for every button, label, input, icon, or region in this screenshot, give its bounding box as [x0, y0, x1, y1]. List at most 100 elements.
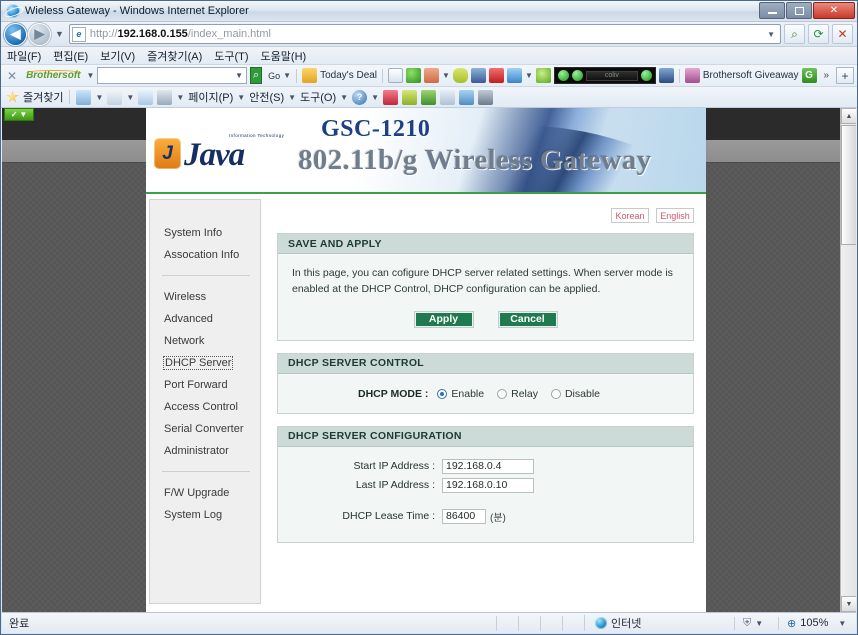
safety-caret-icon[interactable]: ▼ [288, 93, 296, 102]
print-icon[interactable] [157, 89, 173, 105]
shopping-icon[interactable] [402, 89, 417, 105]
menu-item-tools[interactable]: 도구(T) [214, 48, 248, 64]
zoom-caret-icon[interactable]: ▼ [838, 619, 846, 628]
toolbar-overflow-icon[interactable]: » [820, 70, 834, 81]
sidebar-item-dhcp-server[interactable]: DHCP Server [150, 352, 260, 374]
sidebar-item-assocation-info[interactable]: Assocation Info [150, 244, 260, 266]
tools-menu-label[interactable]: 도구(O) [300, 89, 336, 105]
people-icon[interactable] [424, 68, 440, 83]
print-caret-icon[interactable]: ▼ [176, 93, 184, 102]
photo-icon[interactable] [421, 89, 436, 105]
sidebar-item-network[interactable]: Network [150, 330, 260, 352]
youtube-icon[interactable] [488, 68, 504, 83]
radio-relay-icon[interactable] [497, 388, 508, 399]
tools-caret-icon[interactable]: ▼ [340, 93, 348, 102]
sidebar-item-system-log[interactable]: System Log [150, 504, 260, 526]
toolbar-go-button[interactable]: ⌕ [249, 67, 263, 84]
menu-item-view[interactable]: 보기(V) [100, 48, 135, 64]
sidebar-item-administrator[interactable]: Administrator [150, 440, 260, 462]
scroll-down-button[interactable]: ▼ [841, 596, 856, 612]
dhcp-mode-relay-option[interactable]: Relay [497, 388, 538, 400]
heart-icon[interactable] [383, 89, 398, 105]
radio-disable-icon[interactable] [550, 388, 561, 399]
facebook-share-icon[interactable] [658, 68, 674, 83]
stop-icon[interactable]: ✕ [832, 24, 853, 44]
help-icon[interactable]: ? [352, 89, 368, 105]
giveaway-label[interactable]: Brothersoft Giveaway [703, 70, 799, 81]
people-caret-icon[interactable]: ▼ [442, 71, 450, 80]
todays-deal-label[interactable]: Today's Deal [320, 70, 377, 81]
scroll-up-button[interactable]: ▲ [841, 108, 856, 124]
folder-icon[interactable] [302, 68, 318, 83]
sidebar-item-serial-converter[interactable]: Serial Converter [150, 418, 260, 440]
english-button[interactable]: English [656, 208, 694, 223]
search-history-caret-icon[interactable]: ▼ [235, 71, 243, 80]
contacts-icon[interactable] [478, 89, 493, 105]
menu-item-file[interactable]: 파일(F) [7, 48, 41, 64]
last-ip-input[interactable]: 192.168.0.10 [442, 477, 534, 493]
forward-button[interactable]: ▶ [29, 23, 50, 45]
protected-mode-caret-icon[interactable]: ▼ [755, 619, 763, 628]
safety-menu-label[interactable]: 안전(S) [249, 89, 284, 105]
menu-item-help[interactable]: 도움말(H) [261, 48, 307, 64]
go-caret-icon[interactable]: ▼ [283, 71, 291, 80]
cancel-button[interactable]: Cancel [497, 310, 558, 328]
mail-command-icon[interactable] [138, 89, 154, 105]
history-dropdown-icon[interactable]: ▼ [53, 29, 66, 39]
media-widget[interactable]: coliv [553, 67, 656, 84]
zoom-tool-icon[interactable] [440, 89, 455, 105]
brothersoft-menu-caret-icon[interactable]: ▼ [87, 71, 95, 80]
korean-button[interactable]: Korean [611, 208, 649, 223]
menu-item-favorites[interactable]: 즐겨찾기(A) [147, 48, 202, 64]
start-ip-input[interactable]: 192.168.0.4 [442, 458, 534, 474]
chat-icon[interactable] [452, 68, 468, 83]
google-icon[interactable]: G [801, 68, 817, 83]
dhcp-mode-disable-option[interactable]: Disable [550, 388, 600, 400]
refresh-icon[interactable]: ⟳ [808, 24, 829, 44]
globe-icon[interactable] [406, 68, 422, 83]
save-and-apply-panel: SAVE AND APPLY In this page, you can cof… [277, 233, 694, 341]
facebook-icon[interactable] [470, 68, 486, 83]
close-toolbar-icon[interactable]: ✕ [4, 69, 20, 83]
favorites-label[interactable]: 즐겨찾기 [23, 89, 63, 105]
zoom-control[interactable]: ⊕ 105% ▼ [778, 616, 852, 630]
favorites-star-icon[interactable] [6, 90, 19, 103]
page-green-badge[interactable]: ✓ ▼ [4, 108, 34, 121]
feeds-caret-icon[interactable]: ▼ [126, 93, 134, 102]
bookmark-icon[interactable] [388, 68, 404, 83]
page-caret-icon[interactable]: ▼ [237, 93, 245, 102]
dhcp-mode-enable-option[interactable]: Enable [437, 388, 484, 400]
address-input[interactable]: e http://192.168.0.155/index_main.html ▼ [68, 24, 781, 44]
close-button[interactable]: ✕ [813, 2, 855, 19]
mail-icon[interactable] [506, 68, 522, 83]
add-toolbar-button[interactable]: + [836, 67, 855, 84]
help-caret-icon[interactable]: ▼ [371, 93, 379, 102]
protected-mode-indicator[interactable]: ⛨ ▼ [734, 616, 778, 630]
sidebar-item-advanced[interactable]: Advanced [150, 308, 260, 330]
page-scrollbar[interactable]: ▲ ▼ [840, 108, 856, 612]
minimize-button[interactable] [759, 2, 785, 19]
home-icon[interactable] [76, 89, 92, 105]
mail-caret-icon[interactable]: ▼ [525, 71, 533, 80]
back-button[interactable]: ◀ [5, 23, 26, 45]
scroll-thumb[interactable] [841, 125, 856, 245]
feeds-icon[interactable] [107, 89, 123, 105]
lease-time-input[interactable]: 86400 [442, 508, 486, 524]
sidebar-item-system-info[interactable]: System Info [150, 222, 260, 244]
music-icon[interactable] [459, 89, 474, 105]
toolbar-search-input[interactable]: ▼ [97, 67, 247, 84]
apply-button[interactable]: Apply [413, 310, 474, 328]
page-menu-label[interactable]: 페이지(P) [188, 89, 233, 105]
security-zone[interactable]: 인터넷 [584, 615, 734, 631]
search-icon[interactable]: ⌕ [784, 24, 805, 44]
menu-item-edit[interactable]: 편집(E) [53, 48, 88, 64]
home-caret-icon[interactable]: ▼ [95, 93, 103, 102]
sidebar-item-port-forward[interactable]: Port Forward [150, 374, 260, 396]
maximize-button[interactable] [786, 2, 812, 19]
sidebar-item-fw-upgrade[interactable]: F/W Upgrade [150, 482, 260, 504]
radio-enable-icon[interactable] [437, 388, 448, 399]
sidebar-item-wireless[interactable]: Wireless [150, 286, 260, 308]
address-dropdown-icon[interactable]: ▼ [767, 30, 778, 39]
sidebar-item-access-control[interactable]: Access Control [150, 396, 260, 418]
star-badge-icon[interactable] [535, 68, 551, 83]
